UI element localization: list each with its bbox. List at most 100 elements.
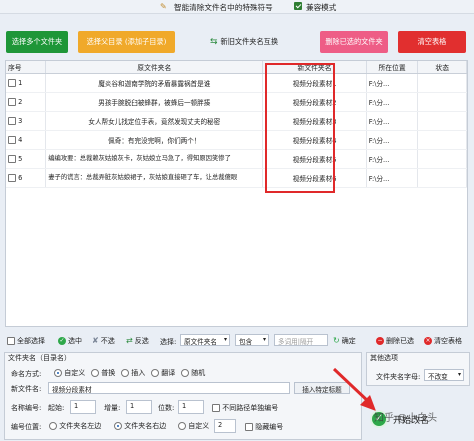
original-name-text: 编编攻要：总裁赖灰姑娘灰卡，灰姑娘立马急了，得知原因笑惨了 [48,155,231,162]
check-circle-icon: ✓ [58,336,66,345]
chevron-down-icon: ▾ [457,371,461,378]
swap-names-label: 新旧文件夹名互换 [220,37,279,46]
swap-names-button[interactable]: ⇆ 新旧文件夹名互换 [210,36,278,48]
table-row[interactable]: 4 佩奇：有完没完啊，你们两个！ 视频分段素材4 F:\分... [6,130,467,150]
col-header-original-name[interactable]: 原文件夹名 [45,61,264,74]
method-custom-label: 自定义 [64,369,86,377]
method-custom-radio[interactable]: 自定义 [54,368,85,378]
separate-path-numbering[interactable]: 不同路径单独编号 [212,403,278,413]
digits-value: 1 [182,402,187,410]
location-cell: F:\分... [366,168,419,188]
newname-input[interactable]: 视频分段素材 [48,382,290,394]
row-number: 6 [18,173,23,182]
table-row[interactable]: 5 编编攻要：总裁赖灰姑娘灰卡，灰姑娘立马急了，得知原因笑惨了 视频分段素材5 … [6,149,467,169]
table-row[interactable]: 2 男孩手腕脱臼被蜂群，被蜂后一顿胖揍 视频分段素材2 F:\分... [6,92,467,112]
select-parent-label: 选择父目录 (添加子目录) [86,37,167,46]
digits-input[interactable]: 1 [178,400,204,414]
digits-label: 位数: [158,404,175,412]
row-index-cell: 6 [6,168,47,188]
col-header-index[interactable]: 序号 [6,61,47,74]
custom-position-value: 2 [218,421,223,429]
select-all-label: 全部选择 [17,336,45,345]
row-checkbox[interactable] [8,173,16,182]
invert-button[interactable]: ⇄ 反选 [126,335,149,346]
separate-path-checkbox[interactable] [212,404,220,412]
location-cell: F:\分... [366,92,419,112]
mode-select[interactable]: 包含 ▾ [235,334,269,346]
position-custom-label: 自定义 [188,422,210,430]
hide-numbering-checkbox[interactable] [245,423,253,431]
method-random-radio[interactable]: 随机 [181,368,205,378]
custom-position-input[interactable]: 2 [214,419,236,433]
row-checkbox[interactable] [8,116,16,125]
uncheck-button[interactable]: ✘ 不选 [92,335,115,346]
row-checkbox[interactable] [8,78,16,87]
original-name-cell: 编编攻要：总裁赖灰姑娘灰卡，灰姑娘立马急了，得知原因笑惨了 [45,149,264,169]
keyword-input[interactable]: 多词用|隔开 [274,334,328,346]
select-all-checkbox[interactable] [7,336,15,345]
compat-mode-label: 兼容模式 [306,3,337,12]
title-bar: ✎ 智能清除文件名中的特殊符号 兼容模式 [0,0,474,14]
start-label: 起始: [48,404,65,412]
app-title-icon: ✎ [160,2,167,11]
location-cell: F:\分... [366,111,419,131]
status-cell [417,92,467,112]
table-row[interactable]: 1 魔炎谷和迦南学院的矛盾暴露祸首是谁 视频分段素材1 F:\分... [6,73,467,93]
row-checkbox[interactable] [8,97,16,106]
row-checkbox[interactable] [8,154,16,163]
field-select[interactable]: 原文件夹名 ▾ [180,334,230,346]
clear-table-small-button[interactable]: × 清空表格 [424,335,462,346]
original-name-cell: 佩奇：有完没完啊，你们两个！ [45,130,264,150]
original-name-cell: 妻子的谎言：总裁弄脏灰姑娘裙子，灰姑娘直接砸了车，让总裁傻眼 [45,168,264,188]
row-checkbox[interactable] [8,135,16,144]
step-label: 增量: [104,404,121,412]
clear-icon: × [424,336,432,345]
clear-table-label: 清空表格 [417,37,447,46]
naming-group-title: 文件夹名（目录名） [8,354,71,362]
original-name-cell: 男孩手腕脱臼被蜂群，被蜂后一顿胖揍 [45,92,264,112]
new-name-highlight [265,63,335,193]
check-button[interactable]: ✓ 选中 [58,335,82,346]
newname-label: 新文件名: [11,385,42,393]
table-header: 序号 原文件夹名 新文件夹名 所在位置 状态 [6,61,467,74]
start-value: 1 [74,402,79,410]
row-number: 5 [18,154,23,163]
method-translate-radio[interactable]: 翻译 [151,368,175,378]
field-select-value: 原文件夹名 [184,338,217,346]
newname-value: 视频分段素材 [52,386,92,394]
row-index-cell: 3 [6,111,47,131]
method-label: 命名方式: [11,370,42,378]
position-left-radio[interactable]: 文件夹名左边 [49,421,101,431]
row-index-cell: 5 [6,149,47,169]
row-index-cell: 2 [6,92,47,112]
delete-selected-label: 删除已选 [386,336,414,345]
col-header-status[interactable]: 状态 [417,61,467,74]
position-right-radio[interactable]: 文件夹名右边 [114,421,166,431]
case-select[interactable]: 不改变 ▾ [424,369,464,381]
other-options-title: 其他选项 [370,354,398,362]
original-name-cell: 女人帮女儿找定位手表，竟然发现丈夫的秘密 [45,111,264,131]
hide-numbering[interactable]: 隐藏编号 [245,422,283,432]
clear-table-button[interactable]: 清空表格 [398,31,466,53]
position-label: 编号位置: [11,423,42,431]
delete-selected-button[interactable]: − 删除已选 [376,335,414,346]
step-input[interactable]: 1 [126,400,152,414]
position-custom-radio[interactable]: 自定义 [178,421,209,431]
method-insert-radio[interactable]: 插入 [121,368,145,378]
select-all[interactable]: 全部选择 [7,335,45,346]
table-row[interactable]: 3 女人帮女儿找定位手表，竟然发现丈夫的秘密 视频分段素材3 F:\分... [6,111,467,131]
delete-selected-folders-button[interactable]: 删除已选的文件夹 [320,31,388,53]
table-row[interactable]: 6 妻子的谎言：总裁弄脏灰姑娘裙子，灰姑娘直接砸了车，让总裁傻眼 视频分段素材6… [6,168,467,188]
select-by-label: 选择: [160,338,177,346]
status-cell [417,111,467,131]
compat-mode-checkbox[interactable] [294,2,302,10]
confirm-button[interactable]: ↻ 确定 [333,335,356,346]
select-folders-button[interactable]: 选择多个文件夹 [6,31,68,53]
chevron-down-icon: ▾ [262,336,266,343]
select-parent-button[interactable]: 选择父目录 (添加子目录) [78,31,175,53]
location-cell: F:\分... [366,130,419,150]
delete-selected-folders-label: 删除已选的文件夹 [325,37,383,46]
method-replace-radio[interactable]: 普换 [91,368,115,378]
start-input[interactable]: 1 [70,400,96,414]
col-header-location[interactable]: 所在位置 [366,61,419,74]
